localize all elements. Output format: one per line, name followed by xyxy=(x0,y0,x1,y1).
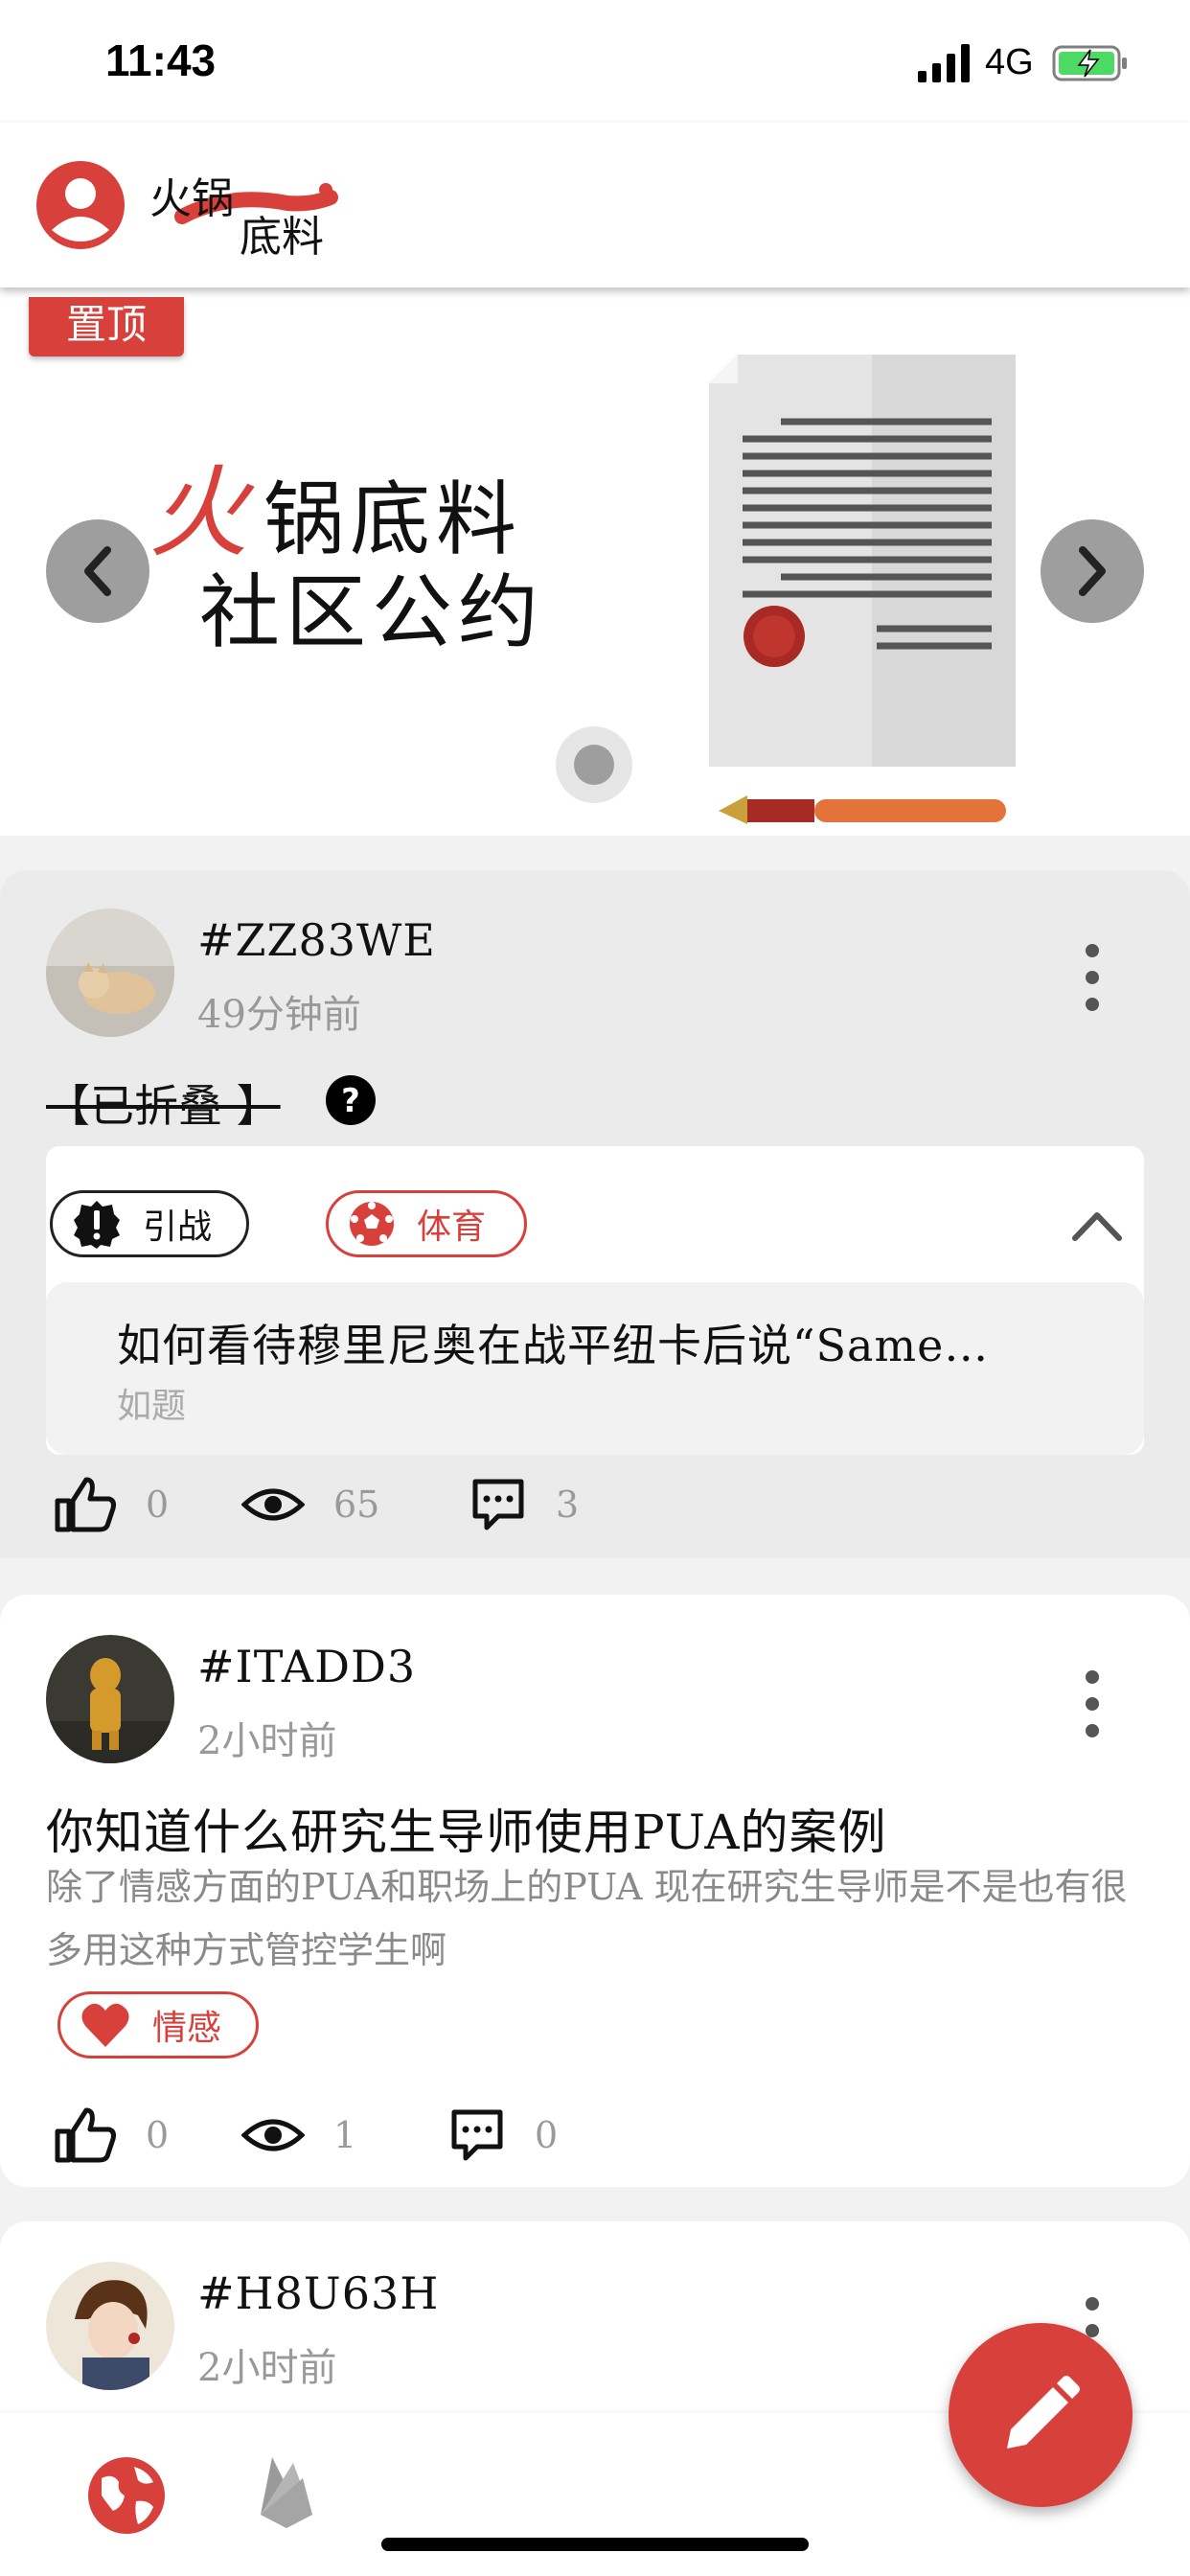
post-time: 2小时前 xyxy=(197,2346,337,2390)
like-count: 0 xyxy=(146,1484,170,1526)
logo-text-top: 火锅 xyxy=(149,174,234,223)
tag-emotion[interactable]: 情感 xyxy=(57,1991,259,2058)
like-button[interactable]: 0 xyxy=(54,1466,169,1543)
comment-icon xyxy=(472,1479,524,1530)
comment-button[interactable]: 3 xyxy=(469,1466,579,1543)
user-avatar[interactable] xyxy=(46,2262,174,2390)
firebase-icon[interactable] xyxy=(255,2453,318,2530)
compose-post-button[interactable] xyxy=(949,2323,1133,2507)
app-header: 火锅 底料 xyxy=(0,123,1190,288)
post-title[interactable]: 你知道什么研究生导师使用PUA的案例 xyxy=(46,1794,886,1863)
tag-sports[interactable]: 体育 xyxy=(326,1190,527,1257)
eye-icon xyxy=(241,1488,305,1521)
eye-icon xyxy=(241,2119,305,2151)
post-time: 2小时前 xyxy=(197,1719,337,1763)
folded-content-box: 引战 体育 如何看待穆里尼奥在战平纽卡后说“Same… 如题 xyxy=(46,1146,1144,1455)
like-count: 0 xyxy=(146,2114,170,2156)
app-logo: 火锅 底料 xyxy=(149,174,338,255)
post-time: 49分钟前 xyxy=(197,993,361,1037)
character-avatar-image xyxy=(46,1635,174,1763)
tag-label: 情感 xyxy=(152,2009,222,2048)
community-rules-banner[interactable]: 置顶 火锅底料 社区公约 xyxy=(0,288,1190,836)
view-count-display: 65 xyxy=(241,1466,379,1543)
post-card[interactable]: #ZZ83WE 49分钟前 【已折叠 】 ? 引战 体育 如何看待穆里尼奥在战平… xyxy=(0,870,1190,1558)
anime-avatar-image xyxy=(46,2262,174,2390)
battery-charging-icon xyxy=(1052,45,1127,81)
thumbs-up-icon xyxy=(55,2107,116,2163)
cat-avatar-image xyxy=(46,908,174,1037)
globe-icon[interactable] xyxy=(84,2453,169,2538)
carousel-next-button[interactable] xyxy=(1041,519,1144,623)
heart-icon xyxy=(81,2003,129,2047)
network-type: 4G xyxy=(985,42,1034,82)
quoted-question-title: 如何看待穆里尼奥在战平纽卡后说“Same… xyxy=(117,1320,990,1371)
comment-button[interactable]: 0 xyxy=(448,2097,558,2174)
like-button[interactable]: 0 xyxy=(54,2097,169,2174)
carousel-indicator[interactable] xyxy=(556,726,632,803)
comment-count: 3 xyxy=(556,1484,580,1526)
help-icon[interactable]: ? xyxy=(326,1075,376,1125)
status-bar: 11:43 4G xyxy=(0,0,1190,123)
pencil-icon xyxy=(1007,2376,1080,2449)
comment-count: 0 xyxy=(535,2114,559,2156)
post-card[interactable]: #ITADD3 2小时前 你知道什么研究生导师使用PUA的案例 除了情感方面的P… xyxy=(0,1595,1190,2187)
view-count: 1 xyxy=(333,2114,357,2156)
document-illustration xyxy=(709,355,1016,824)
chevron-right-icon xyxy=(1079,546,1106,596)
user-avatar[interactable] xyxy=(46,908,174,1037)
user-id: #H8U63H xyxy=(197,2267,440,2319)
post-stats: 0 1 0 xyxy=(0,2097,1190,2174)
carousel-prev-button[interactable] xyxy=(46,519,149,623)
comment-icon xyxy=(451,2109,503,2161)
pinned-badge: 置顶 xyxy=(29,297,184,356)
user-avatar[interactable] xyxy=(46,1635,174,1763)
thumbs-up-icon xyxy=(55,1477,116,1532)
folded-post-label: 【已折叠 】 xyxy=(46,1080,281,1132)
quoted-question[interactable]: 如何看待穆里尼奥在战平纽卡后说“Same… 如题 xyxy=(46,1282,1144,1455)
alert-badge-icon xyxy=(74,1201,120,1249)
view-count: 65 xyxy=(333,1484,380,1526)
tag-label: 引战 xyxy=(143,1208,213,1247)
user-id: #ITADD3 xyxy=(197,1641,417,1692)
logo-text-bottom: 底料 xyxy=(240,213,324,255)
user-id: #ZZ83WE xyxy=(197,914,436,966)
post-body: 除了情感方面的PUA和职场上的PUA 现在研究生导师是不是也有很多用这种方式管控… xyxy=(46,1866,1128,1971)
quoted-question-subtitle: 如题 xyxy=(117,1387,187,1426)
more-options-icon[interactable] xyxy=(1073,939,1111,1016)
post-stats: 0 65 3 xyxy=(0,1466,1190,1543)
more-options-icon[interactable] xyxy=(1073,1666,1111,1742)
banner-title-line2: 社区公约 xyxy=(199,565,545,659)
signal-icon xyxy=(918,44,970,82)
status-time: 11:43 xyxy=(105,35,217,85)
view-count-display: 1 xyxy=(241,2097,356,2174)
chevron-left-icon xyxy=(84,546,111,596)
tag-provocation[interactable]: 引战 xyxy=(50,1190,249,1257)
tag-label: 体育 xyxy=(417,1208,487,1247)
svg-text:?: ? xyxy=(341,1082,360,1120)
home-indicator xyxy=(381,2538,809,2551)
chevron-up-icon[interactable] xyxy=(1071,1209,1123,1242)
profile-avatar-icon[interactable] xyxy=(36,161,125,249)
soccer-ball-icon xyxy=(350,1202,394,1246)
